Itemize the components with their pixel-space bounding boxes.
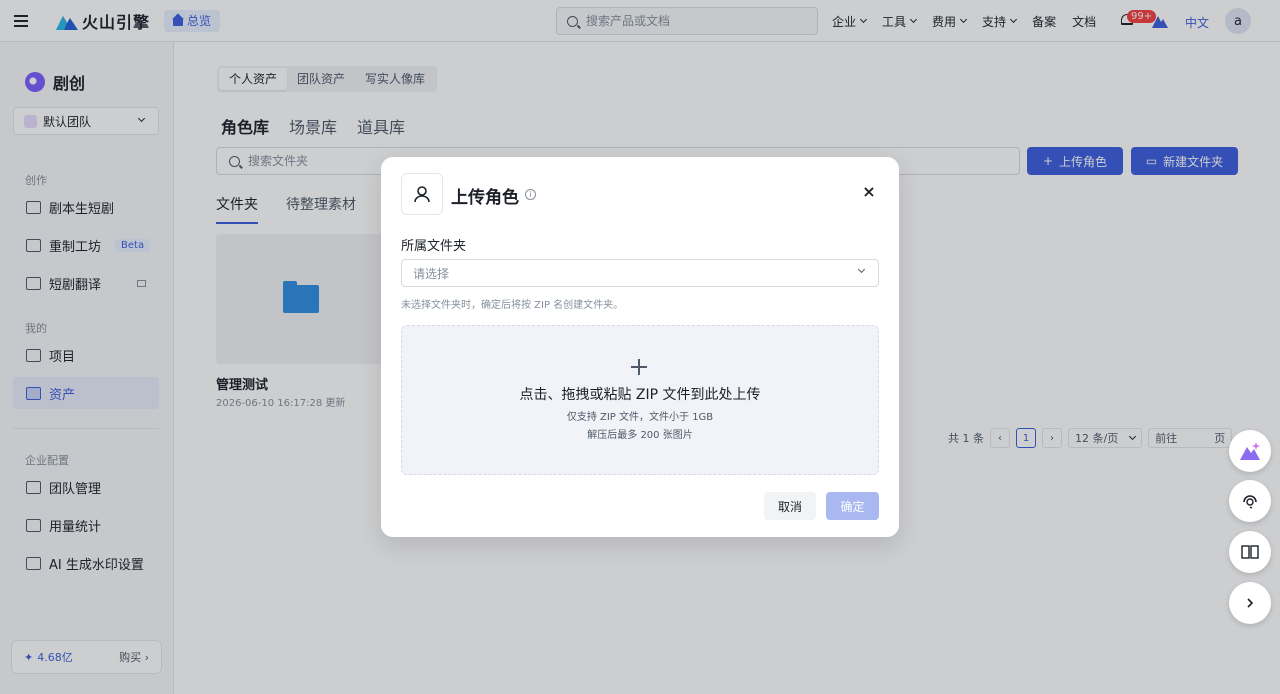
dropzone-image-limit: 解压后最多 200 张图片 <box>587 430 693 441</box>
folder-select-placeholder: 请选择 <box>413 266 450 281</box>
confirm-button[interactable]: 确定 <box>826 492 879 520</box>
upload-role-dialog: 上传角色 i × 所属文件夹 请选择 未选择文件夹时，确定后将按 ZIP 名创建… <box>381 157 899 537</box>
book-icon <box>1241 545 1259 559</box>
info-icon[interactable]: i <box>525 189 536 200</box>
ai-assistant-button[interactable] <box>1229 430 1271 472</box>
docs-button[interactable] <box>1229 531 1271 573</box>
mountain-sparkle-icon <box>1240 442 1260 460</box>
zip-dropzone[interactable]: 点击、拖拽或粘贴 ZIP 文件到此处上传 仅支持 ZIP 文件，文件小于 1GB… <box>401 325 879 475</box>
dropzone-title: 点击、拖拽或粘贴 ZIP 文件到此处上传 <box>519 387 761 403</box>
chevron-down-icon <box>857 265 866 274</box>
cancel-button[interactable]: 取消 <box>764 492 816 520</box>
close-button[interactable]: × <box>861 184 877 200</box>
support-button[interactable] <box>1229 480 1271 522</box>
user-icon <box>401 173 443 215</box>
folder-select[interactable]: 请选择 <box>401 259 879 287</box>
headset-icon <box>1243 495 1257 509</box>
dropzone-limit: 仅支持 ZIP 文件，文件小于 1GB <box>566 412 714 423</box>
folder-hint: 未选择文件夹时，确定后将按 ZIP 名创建文件夹。 <box>401 300 624 311</box>
plus-icon <box>631 359 647 375</box>
expand-button[interactable] <box>1229 582 1271 624</box>
folder-field-label: 所属文件夹 <box>401 239 467 254</box>
dialog-title: 上传角色 <box>451 188 519 208</box>
chevron-right-icon <box>1247 598 1254 608</box>
